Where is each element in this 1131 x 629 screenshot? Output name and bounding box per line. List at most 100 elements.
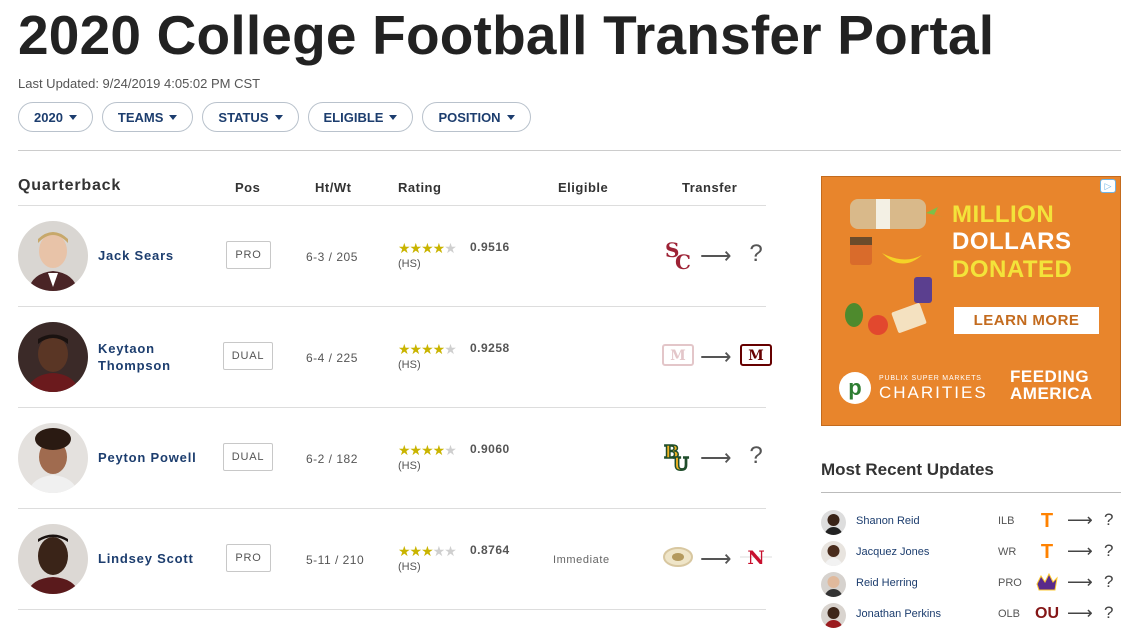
position: PRO bbox=[998, 577, 1022, 589]
svg-text:M: M bbox=[670, 348, 686, 364]
last-updated: Last Updated: 9/24/2019 4:05:02 PM CST bbox=[18, 76, 261, 91]
position: WR bbox=[998, 546, 1017, 558]
from-school-logo-tennessee[interactable]: T bbox=[1034, 508, 1060, 534]
header-htwt: Ht/Wt bbox=[315, 180, 352, 195]
player-name[interactable]: Shanon Reid bbox=[856, 515, 920, 527]
divider bbox=[18, 150, 1121, 151]
from-school-logo-usc[interactable]: SC bbox=[660, 236, 696, 272]
height-weight: 6-4 / 225 bbox=[306, 351, 358, 365]
filter-eligible-dropdown[interactable]: ELIGIBLE bbox=[307, 102, 414, 132]
to-school-unknown: ? bbox=[1104, 541, 1114, 560]
svg-text:M: M bbox=[748, 348, 764, 364]
to-school-unknown: ? bbox=[1104, 603, 1114, 622]
avatar bbox=[821, 541, 846, 566]
arrow-right-icon: ⟶ bbox=[1067, 510, 1093, 530]
advertisement-banner[interactable]: ▷ MILLION DOLLARS DONATED LEARN MORE p P… bbox=[821, 176, 1121, 426]
star-rating: ★★★★★ bbox=[398, 442, 457, 458]
height-weight: 5-11 / 210 bbox=[306, 553, 365, 567]
arrow-right-icon: ⟶ bbox=[700, 243, 732, 268]
avatar bbox=[18, 423, 88, 493]
rating-score: 0.9060 bbox=[470, 442, 510, 456]
caret-down-icon bbox=[274, 114, 283, 120]
avatar bbox=[18, 322, 88, 392]
to-school-logo-mississippi-state[interactable]: M bbox=[738, 337, 774, 373]
to-school-unknown: ? bbox=[749, 240, 763, 267]
ad-headline-3: DONATED bbox=[952, 256, 1073, 283]
from-school-logo-mississippi-state[interactable]: M bbox=[660, 337, 696, 373]
height-weight: 6-2 / 182 bbox=[306, 452, 358, 466]
ad-headline-1: MILLION bbox=[952, 201, 1055, 228]
list-item[interactable]: Reid Herring PRO ⟶ ? bbox=[821, 570, 1121, 598]
filter-position-dropdown[interactable]: POSITION bbox=[422, 102, 531, 132]
filter-status-dropdown[interactable]: STATUS bbox=[202, 102, 299, 132]
transfer-table: Quarterback Pos Ht/Wt Rating Eligible Tr… bbox=[18, 172, 772, 610]
list-item[interactable]: Jacquez Jones WR T ⟶ ? bbox=[821, 539, 1121, 567]
filter-label: TEAMS bbox=[117, 109, 164, 125]
player-name[interactable]: Peyton Powell bbox=[98, 449, 208, 466]
arrow-right-icon: ⟶ bbox=[1067, 572, 1093, 592]
table-row[interactable]: Peyton Powell DUAL 6-2 / 182 ★★★★★ 0.906… bbox=[18, 408, 766, 509]
learn-more-button[interactable]: LEARN MORE bbox=[954, 307, 1099, 334]
from-school-logo-oklahoma[interactable]: OU bbox=[1034, 601, 1060, 627]
groceries-illustration bbox=[845, 199, 944, 335]
feeding-america-text-2: AMERICA bbox=[1010, 384, 1093, 403]
caret-down-icon bbox=[506, 114, 515, 120]
ad-headline-2: DOLLARS bbox=[952, 228, 1072, 255]
rating-source: (HS) bbox=[398, 359, 421, 371]
rating-source: (HS) bbox=[398, 460, 421, 472]
to-school-logo-nebraska[interactable]: N bbox=[738, 539, 774, 575]
caret-down-icon bbox=[68, 114, 77, 120]
header-eligible: Eligible bbox=[558, 180, 609, 195]
svg-text:N: N bbox=[747, 547, 764, 569]
adchoices-icon[interactable]: ▷ bbox=[1100, 179, 1116, 193]
arrow-right-icon: ⟶ bbox=[700, 445, 732, 470]
publix-logo-icon: p bbox=[839, 372, 871, 404]
svg-text:U: U bbox=[673, 454, 689, 472]
to-school-unknown: ? bbox=[749, 442, 763, 469]
recent-updates-title: Most Recent Updates bbox=[821, 460, 994, 479]
position-badge: DUAL bbox=[223, 443, 273, 471]
position-badge: PRO bbox=[226, 544, 271, 572]
list-item[interactable]: Shanon Reid ILB T ⟶ ? bbox=[821, 508, 1121, 536]
header-pos: Pos bbox=[235, 180, 261, 195]
avatar bbox=[18, 221, 88, 291]
rating-source: (HS) bbox=[398, 561, 421, 573]
caret-down-icon bbox=[169, 114, 178, 120]
player-name[interactable]: Jacquez Jones bbox=[856, 546, 929, 558]
rating-score: 0.8764 bbox=[470, 543, 510, 557]
from-school-logo-baylor[interactable]: BU bbox=[660, 438, 696, 474]
charities-text: CHARITIES bbox=[879, 383, 988, 402]
table-row[interactable]: Keytaon Thompson DUAL 6-4 / 225 ★★★★★ 0.… bbox=[18, 307, 772, 408]
filter-label: POSITION bbox=[438, 109, 501, 125]
avatar bbox=[821, 603, 846, 628]
player-name[interactable]: Keytaon Thompson bbox=[98, 340, 208, 374]
table-row[interactable]: Lindsey Scott PRO 5-11 / 210 ★★★★★ 0.876… bbox=[18, 509, 772, 610]
player-name[interactable]: Reid Herring bbox=[856, 577, 918, 589]
arrow-right-icon: ⟶ bbox=[700, 344, 732, 369]
filter-label: 2020 bbox=[34, 109, 63, 125]
star-rating: ★★★★★ bbox=[398, 240, 457, 256]
caret-down-icon bbox=[389, 114, 398, 120]
position-badge: DUAL bbox=[223, 342, 273, 370]
from-school-logo-tennessee[interactable]: T bbox=[1034, 539, 1060, 565]
position-badge: PRO bbox=[226, 241, 271, 269]
player-name[interactable]: Lindsey Scott bbox=[98, 550, 208, 567]
header-rating: Rating bbox=[398, 180, 442, 195]
table-row[interactable]: Jack Sears PRO 6-3 / 205 ★★★★★ 0.9516 (H… bbox=[18, 206, 766, 307]
from-school-logo-ecu[interactable] bbox=[1034, 570, 1060, 596]
star-rating: ★★★★★ bbox=[398, 543, 457, 559]
position: ILB bbox=[998, 515, 1015, 527]
publix-text: PUBLIX SUPER MARKETS bbox=[879, 375, 982, 382]
arrow-right-icon: ⟶ bbox=[700, 546, 732, 571]
filter-teams-dropdown[interactable]: TEAMS bbox=[101, 102, 194, 132]
from-school-logo-missouri[interactable] bbox=[660, 539, 696, 575]
player-name[interactable]: Jonathan Perkins bbox=[856, 608, 941, 620]
page-title: 2020 College Football Transfer Portal bbox=[18, 4, 995, 66]
player-name[interactable]: Jack Sears bbox=[98, 247, 208, 264]
svg-text:C: C bbox=[675, 250, 691, 271]
to-school-unknown: ? bbox=[1104, 510, 1114, 529]
filter-year-dropdown[interactable]: 2020 bbox=[18, 102, 93, 132]
eligible-status: Immediate bbox=[553, 554, 610, 566]
filter-label: STATUS bbox=[218, 109, 269, 125]
to-school-unknown: ? bbox=[1104, 572, 1114, 591]
